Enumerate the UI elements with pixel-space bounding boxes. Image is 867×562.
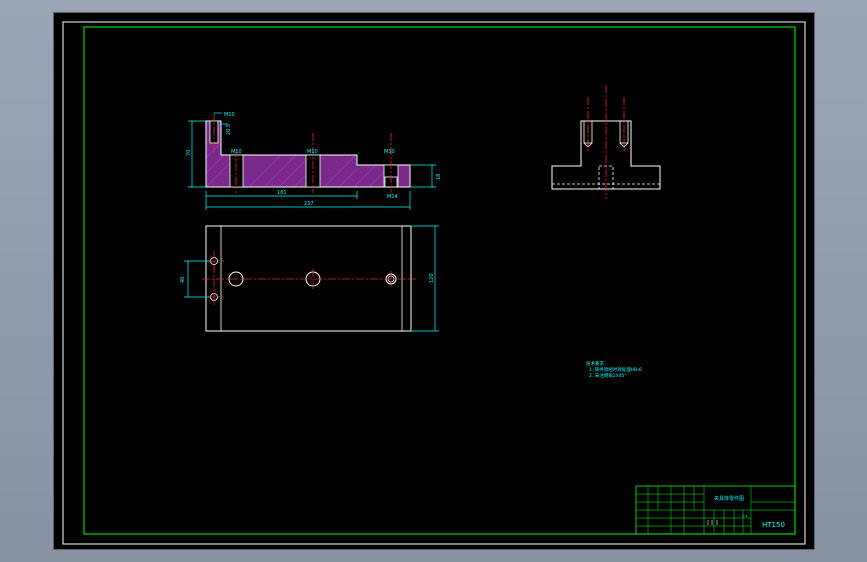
dim-step-height: 18 [436, 174, 442, 180]
dim-hole-b: M10 [307, 149, 318, 155]
dim-top-bore: M10 [224, 112, 235, 118]
dim-width: 120 [429, 273, 435, 283]
title-scale: 1:1 [742, 514, 748, 518]
front-section-view: 181 237 70 18 M10 20.5 M10 M10 M10 M14 [186, 112, 442, 210]
dim-overall-length: 237 [304, 201, 314, 207]
notes-item-2: 2. 未注倒角2X45° [589, 372, 627, 379]
cad-viewport[interactable]: 181 237 70 18 M10 20.5 M10 M10 M10 M14 4… [54, 13, 814, 549]
title-drawing-code: HT150 [762, 521, 785, 529]
dim-hole-c: M10 [384, 149, 395, 155]
dim-hole-a: M10 [231, 149, 242, 155]
dim-top-bore-depth: 20.5 [226, 124, 232, 135]
sheet-inner-border [83, 26, 796, 535]
side-view [551, 85, 661, 199]
technical-notes: 技术要求 1. 铸件须经时效处理HB-6 2. 未注倒角2X45° [586, 360, 642, 379]
title-block: 夹具体零件图 HT150 1:1 [635, 485, 796, 535]
dim-hole-spacing: 40 [180, 277, 186, 283]
plan-outline [205, 225, 412, 332]
dim-height: 70 [186, 150, 192, 156]
plan-dim-lines [184, 225, 439, 332]
notes-item-1: 1. 铸件须经时效处理HB-6 [589, 366, 642, 373]
plan-center-lines [202, 251, 416, 307]
title-part-name: 夹具体零件图 [714, 495, 744, 502]
side-center-lines [587, 85, 625, 199]
dim-inner-length: 181 [277, 190, 287, 196]
dim-hole-d: M14 [387, 194, 398, 200]
drawing-sheet: 181 237 70 18 M10 20.5 M10 M10 M10 M14 4… [62, 21, 806, 545]
plan-view: 40 120 [180, 225, 439, 332]
notes-heading: 技术要求 [586, 360, 604, 367]
hole-a-section [229, 154, 244, 188]
